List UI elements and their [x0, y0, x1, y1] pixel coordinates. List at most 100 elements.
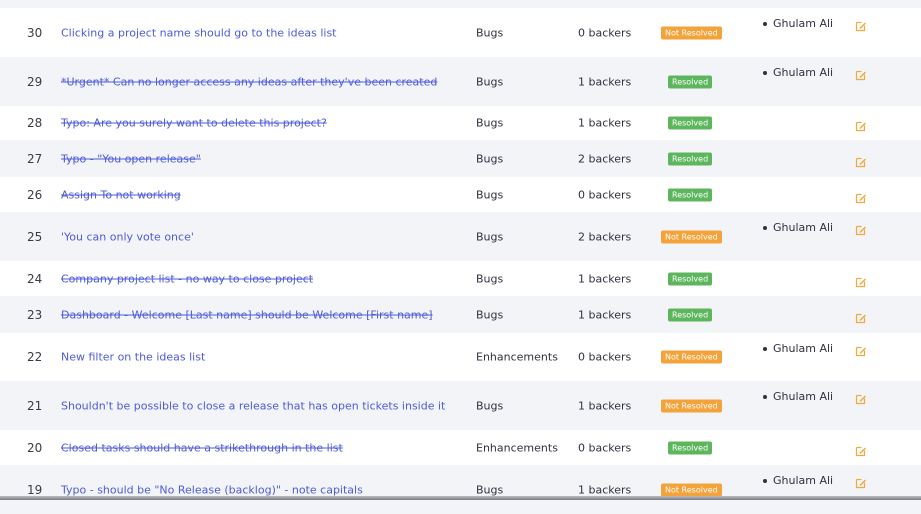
status-badge: Resolved: [668, 116, 713, 130]
bullet-icon: [763, 395, 767, 399]
backers-count: 0 backers: [578, 26, 632, 39]
edit-icon[interactable]: [855, 17, 867, 32]
idea-title-link[interactable]: Closed tasks should have a strikethrough…: [61, 441, 343, 454]
bottom-edge: [0, 496, 921, 500]
idea-title-link[interactable]: Clicking a project name should go to the…: [61, 26, 337, 39]
status-badge: Resolved: [668, 188, 713, 201]
status-badge: Not Resolved: [661, 26, 722, 39]
backers-count: 2 backers: [578, 230, 632, 243]
bullet-icon: [763, 71, 767, 75]
bullet-icon: [763, 347, 767, 351]
status-badge: Not Resolved: [661, 483, 722, 496]
row-number: 24: [27, 271, 43, 286]
bullet-icon: [763, 22, 767, 26]
category-label: Bugs: [476, 152, 504, 165]
category-label: Bugs: [476, 26, 504, 39]
assignee: Ghulam Ali: [763, 17, 833, 30]
backers-count: 0 backers: [578, 441, 632, 454]
table-row: 30 Clicking a project name should go to t…: [0, 8, 921, 57]
edit-icon[interactable]: [855, 273, 867, 287]
category-label: Bugs: [476, 308, 504, 321]
category-label: Bugs: [476, 272, 504, 285]
category-label: Bugs: [476, 399, 504, 412]
category-label: Bugs: [476, 230, 504, 243]
idea-title-link[interactable]: Dashboard - Welcome [Last name] should b…: [61, 308, 433, 321]
row-number: 20: [27, 440, 43, 455]
status-badge: Resolved: [668, 272, 713, 285]
category-label: Bugs: [476, 75, 504, 88]
edit-icon[interactable]: [855, 342, 867, 357]
table-row: 20 Closed tasks should have a strikethrou…: [0, 430, 921, 465]
status-badge: Resolved: [668, 152, 713, 165]
table-row: 29 *Urgent* Can no longer access any idea…: [0, 57, 921, 106]
category-label: Bugs: [476, 483, 504, 496]
row-number: 27: [27, 151, 43, 166]
table-row: 22 New filter on the ideas list Enhancemen…: [0, 333, 921, 381]
assignee-name: Ghulam Ali: [773, 66, 834, 79]
status-badge: Resolved: [668, 441, 713, 454]
idea-title-link[interactable]: Typo: Are you surely want to delete this…: [61, 117, 327, 130]
row-number: 23: [27, 307, 43, 322]
edit-icon[interactable]: [855, 66, 867, 81]
assignee-name: Ghulam Ali: [773, 342, 834, 355]
table-row: 24 Company project list - no way to close…: [0, 261, 921, 296]
backers-count: 1 backers: [578, 483, 632, 496]
backers-count: 1 backers: [578, 308, 632, 321]
table-row: 19 Typo - should be "No Release (backlog)…: [0, 465, 921, 514]
row-number: 29: [27, 74, 43, 89]
assignee: Ghulam Ali: [763, 390, 833, 403]
idea-title-link[interactable]: Company project list - no way to close p…: [61, 272, 313, 285]
row-number: 30: [27, 25, 43, 40]
assignee: Ghulam Ali: [763, 474, 833, 487]
table-row: 27 Typo - "You open release" Bugs 2 backers…: [0, 140, 921, 177]
table-top-strip: [0, 0, 921, 8]
category-label: Enhancements: [476, 441, 558, 454]
status-badge: Not Resolved: [661, 350, 722, 364]
edit-icon[interactable]: [855, 153, 867, 167]
edit-icon[interactable]: [855, 309, 867, 323]
backers-count: 0 backers: [578, 188, 632, 201]
category-label: Bugs: [476, 188, 504, 201]
status-badge: Resolved: [668, 308, 713, 321]
edit-icon[interactable]: [855, 474, 867, 489]
table-row: 23 Dashboard - Welcome [Last name] should…: [0, 296, 921, 333]
idea-title-link[interactable]: 'You can only vote once': [61, 230, 194, 243]
table-body: 30 Clicking a project name should go to t…: [0, 8, 921, 514]
edit-icon[interactable]: [855, 221, 867, 236]
table-row: 25 'You can only vote once' Bugs 2 backers N…: [0, 212, 921, 261]
idea-title-link[interactable]: Typo - "You open release": [61, 152, 201, 165]
ideas-table: 30 Clicking a project name should go to t…: [0, 0, 921, 514]
table-row: 21 Shouldn't be possible to close a relea…: [0, 381, 921, 430]
status-badge: Not Resolved: [661, 399, 722, 412]
idea-title-link[interactable]: *Urgent* Can no longer access any ideas …: [61, 75, 437, 88]
assignee-name: Ghulam Ali: [773, 474, 834, 487]
assignee-name: Ghulam Ali: [773, 390, 834, 403]
backers-count: 1 backers: [578, 272, 632, 285]
edit-icon[interactable]: [855, 189, 867, 203]
backers-count: 1 backers: [578, 116, 632, 130]
row-number: 22: [27, 350, 43, 364]
category-label: Bugs: [476, 116, 504, 130]
row-number: 19: [27, 482, 43, 497]
row-number: 26: [27, 187, 43, 202]
assignee: Ghulam Ali: [763, 66, 833, 79]
idea-title-link[interactable]: Shouldn't be possible to close a release…: [61, 399, 445, 412]
idea-title-link[interactable]: Assign To not working: [61, 188, 181, 201]
row-number: 28: [27, 116, 43, 130]
edit-icon[interactable]: [855, 390, 867, 405]
assignee: Ghulam Ali: [763, 221, 833, 234]
assignee-name: Ghulam Ali: [773, 17, 834, 30]
table-row: 26 Assign To not working Bugs 0 backers Reso…: [0, 177, 921, 212]
backers-count: 2 backers: [578, 152, 632, 165]
status-badge: Not Resolved: [661, 230, 722, 243]
edit-icon[interactable]: [855, 117, 867, 132]
idea-title-link[interactable]: New filter on the ideas list: [61, 351, 205, 364]
idea-title-link[interactable]: Typo - should be "No Release (backlog)" …: [61, 483, 363, 496]
bullet-icon: [763, 479, 767, 483]
category-label: Enhancements: [476, 350, 558, 364]
row-number: 25: [27, 229, 43, 244]
bullet-icon: [763, 226, 767, 230]
assignee-name: Ghulam Ali: [773, 221, 834, 234]
edit-icon[interactable]: [855, 442, 867, 456]
backers-count: 1 backers: [578, 399, 632, 412]
